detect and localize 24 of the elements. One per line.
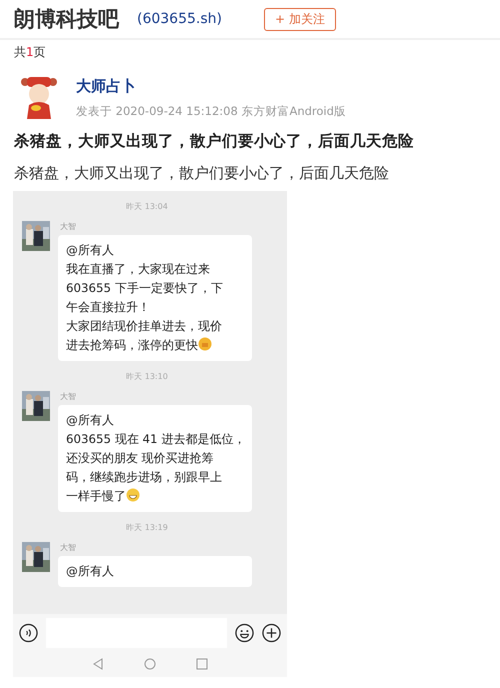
chat-timestamp: 昨天 13:10 <box>126 372 168 381</box>
home-icon[interactable] <box>144 658 156 670</box>
page-count: 共1页 <box>14 45 46 59</box>
message-bubble: @所有人 我在直播了，大家现在过来 603655 下手一定要快了，下 午会直接拉升！ 大家团结现价挂单进去，现价 进去抢筹码，涨停的更快 <box>58 235 252 361</box>
grin-emoji-icon <box>126 488 140 502</box>
sender-name: 大智 <box>60 542 77 553</box>
post-meta: 发表于 2020-09-24 15:12:08 东方财富Android版 <box>76 104 346 119</box>
voice-icon[interactable] <box>19 622 38 642</box>
message-bubble: @所有人 603655 现在 41 进去都是低位， 还没买的朋友 现价买进抢筹 码，继续跑步进场，别跟早上 一样手慢了 <box>58 405 252 512</box>
post-body: 杀猪盘，大师又出现了，散户们要小心了，后面几天危险 <box>13 163 390 183</box>
emoji-icon[interactable] <box>235 622 254 642</box>
recents-icon[interactable] <box>196 658 208 670</box>
author-name[interactable]: 大师占卜 <box>76 77 346 96</box>
sender-name: 大智 <box>60 391 77 402</box>
stock-code-link[interactable]: (603655.sh) <box>137 11 222 27</box>
chat-timestamp: 昨天 13:19 <box>126 523 168 532</box>
post-title: 杀猪盘，大师又出现了，散户们要小心了，后面几天危险 <box>12 131 415 152</box>
chat-timestamp: 昨天 13:04 <box>126 202 168 211</box>
message-bubble: @所有人 <box>58 556 252 587</box>
back-icon[interactable] <box>92 658 104 670</box>
add-icon[interactable] <box>262 622 281 642</box>
sender-name: 大智 <box>60 221 77 232</box>
mascot-avatar <box>20 75 58 121</box>
forum-title: 朗博科技吧 <box>14 6 119 33</box>
